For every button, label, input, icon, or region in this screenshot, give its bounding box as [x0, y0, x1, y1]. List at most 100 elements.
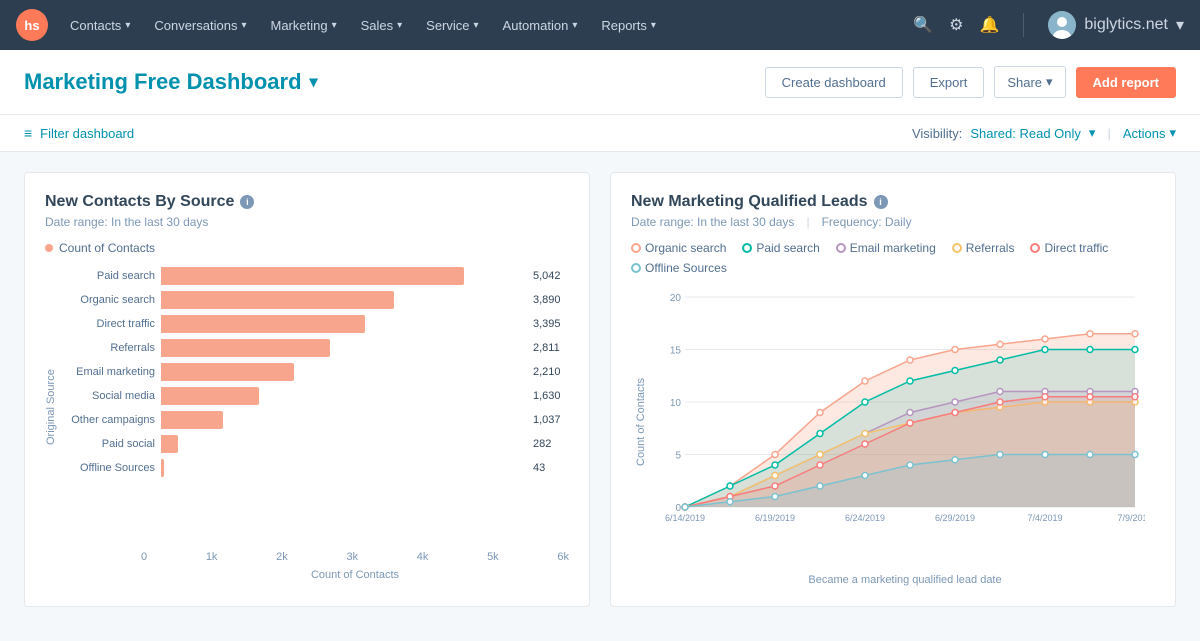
- avatar: [1048, 11, 1076, 39]
- bar-label: Organic search: [65, 294, 155, 306]
- legend-label: Email marketing: [850, 241, 936, 255]
- bar-row: Paid search 5,042: [65, 267, 569, 285]
- nav-sales[interactable]: Sales▾: [351, 0, 413, 50]
- bar-track: [161, 339, 521, 357]
- bar-row: Referrals 2,811: [65, 339, 569, 357]
- line-chart-info-icon[interactable]: i: [874, 195, 888, 209]
- legend-circle: [631, 243, 641, 253]
- filter-dashboard-button[interactable]: ≡ Filter dashboard: [24, 125, 134, 141]
- svg-text:6/14/2019: 6/14/2019: [665, 513, 705, 523]
- bar-x-axis-ticks: 01k2k3k4k5k6k: [141, 551, 569, 563]
- legend-circle: [742, 243, 752, 253]
- share-button[interactable]: Share ▾: [994, 66, 1065, 98]
- bar-row: Organic search 3,890: [65, 291, 569, 309]
- nav-user-menu[interactable]: biglytics.net ▾: [1048, 11, 1184, 39]
- filter-bar: ≡ Filter dashboard Visibility: Shared: R…: [0, 115, 1200, 152]
- hubspot-logo[interactable]: hs: [16, 9, 48, 41]
- bar-y-axis-label: Original Source: [45, 267, 57, 547]
- svg-text:7/9/2019: 7/9/2019: [1117, 513, 1145, 523]
- line-chart-svg-wrapper: 051015206/14/20196/19/20196/24/20196/29/…: [655, 287, 1155, 586]
- bar-value: 3,395: [533, 318, 569, 330]
- bar-row: Other campaigns 1,037: [65, 411, 569, 429]
- bar-x-tick: 3k: [346, 551, 358, 563]
- legend-circle: [952, 243, 962, 253]
- page-title: Marketing Free Dashboard: [24, 69, 302, 95]
- legend-item: Paid search: [742, 241, 819, 255]
- line-chart-area: Count of Contacts 051015206/14/20196/19/…: [631, 287, 1155, 586]
- bar-label: Offline Sources: [65, 462, 155, 474]
- dashboard-content: New Contacts By Source i Date range: In …: [0, 152, 1200, 627]
- bar-label: Paid social: [65, 438, 155, 450]
- bar-row: Direct traffic 3,395: [65, 315, 569, 333]
- legend-label: Referrals: [966, 241, 1015, 255]
- bar-track: [161, 363, 521, 381]
- nav-contacts[interactable]: Contacts▾: [60, 0, 140, 50]
- svg-text:20: 20: [670, 293, 682, 304]
- legend-circle: [631, 263, 641, 273]
- bar-value: 3,890: [533, 294, 569, 306]
- visibility-value[interactable]: Shared: Read Only: [970, 126, 1081, 141]
- user-chevron-icon: ▾: [1176, 15, 1184, 35]
- bar-value: 2,811: [533, 342, 569, 354]
- line-chart-title: New Marketing Qualified Leads i: [631, 193, 1155, 211]
- create-dashboard-button[interactable]: Create dashboard: [765, 67, 903, 98]
- bar-fill: [161, 435, 178, 453]
- bar-x-ticks: 01k2k3k4k5k6k: [45, 551, 569, 563]
- svg-text:6/29/2019: 6/29/2019: [935, 513, 975, 523]
- bar-chart-subtitle: Date range: In the last 30 days: [45, 215, 569, 229]
- nav-conversations[interactable]: Conversations▾: [144, 0, 256, 50]
- bar-row: Offline Sources 43: [65, 459, 569, 477]
- actions-button[interactable]: Actions ▾: [1123, 125, 1176, 141]
- line-chart-legend: Organic search Paid search Email marketing…: [631, 241, 1155, 275]
- bar-fill: [161, 387, 259, 405]
- legend-circle: [1030, 243, 1040, 253]
- notifications-icon[interactable]: 🔔: [979, 15, 999, 35]
- filter-right-area: Visibility: Shared: Read Only ▾ | Action…: [912, 125, 1176, 141]
- bar-fill: [161, 315, 365, 333]
- bar-row: Email marketing 2,210: [65, 363, 569, 381]
- bar-label: Other campaigns: [65, 414, 155, 426]
- bar-value: 1,630: [533, 390, 569, 402]
- legend-label: Organic search: [645, 241, 726, 255]
- svg-text:6/24/2019: 6/24/2019: [845, 513, 885, 523]
- bar-track: [161, 411, 521, 429]
- line-chart-card: New Marketing Qualified Leads i Date ran…: [610, 172, 1176, 607]
- header-actions: Create dashboard Export Share ▾ Add repo…: [765, 66, 1176, 98]
- legend-label: Direct traffic: [1044, 241, 1108, 255]
- bar-x-tick: 2k: [276, 551, 288, 563]
- bar-track: [161, 435, 521, 453]
- bar-track: [161, 315, 521, 333]
- svg-text:10: 10: [670, 398, 682, 409]
- nav-service[interactable]: Service▾: [416, 0, 488, 50]
- bar-value: 2,210: [533, 366, 569, 378]
- bar-track: [161, 291, 521, 309]
- bar-chart-info-icon[interactable]: i: [240, 195, 254, 209]
- settings-icon[interactable]: ⚙: [949, 15, 963, 35]
- bar-label: Social media: [65, 390, 155, 402]
- legend-item: Organic search: [631, 241, 726, 255]
- nav-marketing[interactable]: Marketing▾: [260, 0, 346, 50]
- svg-text:7/4/2019: 7/4/2019: [1027, 513, 1062, 523]
- nav-reports[interactable]: Reports▾: [591, 0, 666, 50]
- bar-x-tick: 0: [141, 551, 147, 563]
- bar-x-tick: 6k: [557, 551, 569, 563]
- bar-value: 5,042: [533, 270, 569, 282]
- export-button[interactable]: Export: [913, 67, 985, 98]
- search-icon[interactable]: 🔍: [913, 15, 933, 35]
- line-chart-svg: 051015206/14/20196/19/20196/24/20196/29/…: [655, 287, 1145, 567]
- title-dropdown-icon[interactable]: ▾: [310, 72, 318, 92]
- bar-x-tick: 4k: [417, 551, 429, 563]
- bar-label: Paid search: [65, 270, 155, 282]
- add-report-button[interactable]: Add report: [1076, 67, 1176, 98]
- bar-label: Email marketing: [65, 366, 155, 378]
- legend-item: Direct traffic: [1030, 241, 1108, 255]
- nav-automation[interactable]: Automation▾: [493, 0, 588, 50]
- page-header: Marketing Free Dashboard ▾ Create dashbo…: [0, 50, 1200, 115]
- bar-track: [161, 267, 521, 285]
- bar-value: 1,037: [533, 414, 569, 426]
- bar-track: [161, 387, 521, 405]
- bar-row: Social media 1,630: [65, 387, 569, 405]
- legend-circle: [836, 243, 846, 253]
- dashboard-title-area: Marketing Free Dashboard ▾: [24, 69, 318, 95]
- nav-utility-icons: 🔍 ⚙ 🔔 biglytics.net ▾: [913, 11, 1184, 39]
